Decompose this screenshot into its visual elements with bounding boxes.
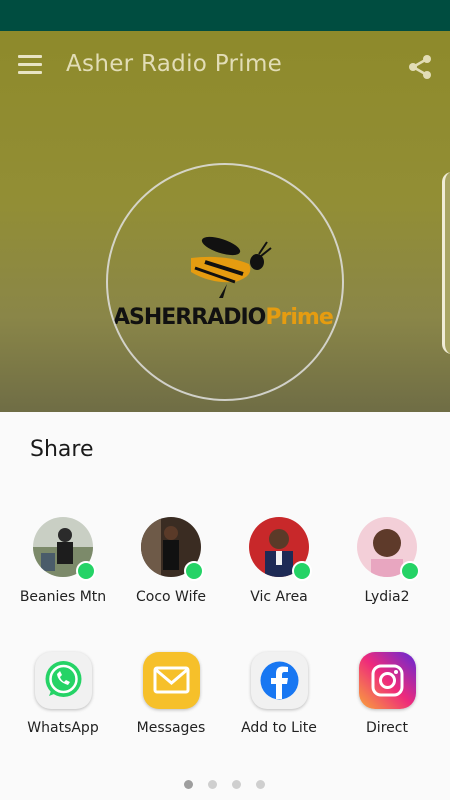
contact-name: Coco Wife: [135, 589, 207, 605]
logo-wordmark-accent: Prime: [265, 305, 333, 330]
page-dot-1[interactable]: [184, 780, 193, 789]
app-label: WhatsApp: [27, 720, 99, 736]
page-dot-2[interactable]: [208, 780, 217, 789]
contact-beanies-mtn[interactable]: Beanies Mtn: [8, 517, 118, 605]
messages-icon: [143, 652, 200, 709]
contact-vic-area[interactable]: Vic Area: [224, 517, 334, 605]
page-indicator: [0, 780, 450, 792]
status-bar: [0, 0, 450, 31]
contact-name: Vic Area: [250, 589, 308, 605]
share-target-messages[interactable]: Messages: [116, 652, 226, 742]
whatsapp-badge-icon: [184, 561, 204, 581]
share-sheet-title: Share: [30, 437, 94, 462]
whatsapp-badge-icon: [400, 561, 420, 581]
page-dot-3[interactable]: [232, 780, 241, 789]
station-logo: ASHERRADIOPrime: [106, 163, 344, 401]
share-icon[interactable]: [404, 51, 436, 83]
share-target-whatsapp[interactable]: WhatsApp: [8, 652, 118, 742]
bee-logo-icon: [185, 232, 275, 304]
side-panel-handle[interactable]: [442, 172, 450, 354]
facebook-lite-icon: [251, 652, 308, 709]
contact-name: Beanies Mtn: [19, 589, 107, 605]
app-label: Add to Lite: [241, 720, 317, 736]
app-label: Messages: [136, 720, 206, 736]
page-dot-4[interactable]: [256, 780, 265, 789]
whatsapp-icon: [35, 652, 92, 709]
whatsapp-badge-icon: [76, 561, 96, 581]
logo-wordmark-main: ASHERRADIO: [113, 305, 266, 330]
logo-wordmark: ASHERRADIOPrime: [113, 305, 334, 330]
toolbar: Asher Radio Prime: [0, 31, 450, 101]
contact-name: Lydia2: [364, 589, 410, 605]
menu-icon[interactable]: [16, 53, 44, 79]
app-label: Direct: [366, 720, 408, 736]
whatsapp-badge-icon: [292, 561, 312, 581]
share-target-facebook-lite[interactable]: Add to Lite: [224, 652, 334, 742]
contact-lydia2[interactable]: Lydia2: [332, 517, 442, 605]
contact-coco-wife[interactable]: Coco Wife: [116, 517, 226, 605]
share-sheet: Share Beanies Mtn Coco Wife Vic Area Lyd…: [0, 412, 450, 800]
share-target-instagram-direct[interactable]: Direct: [332, 652, 442, 742]
app-title: Asher Radio Prime: [66, 51, 283, 77]
instagram-icon: [359, 652, 416, 709]
